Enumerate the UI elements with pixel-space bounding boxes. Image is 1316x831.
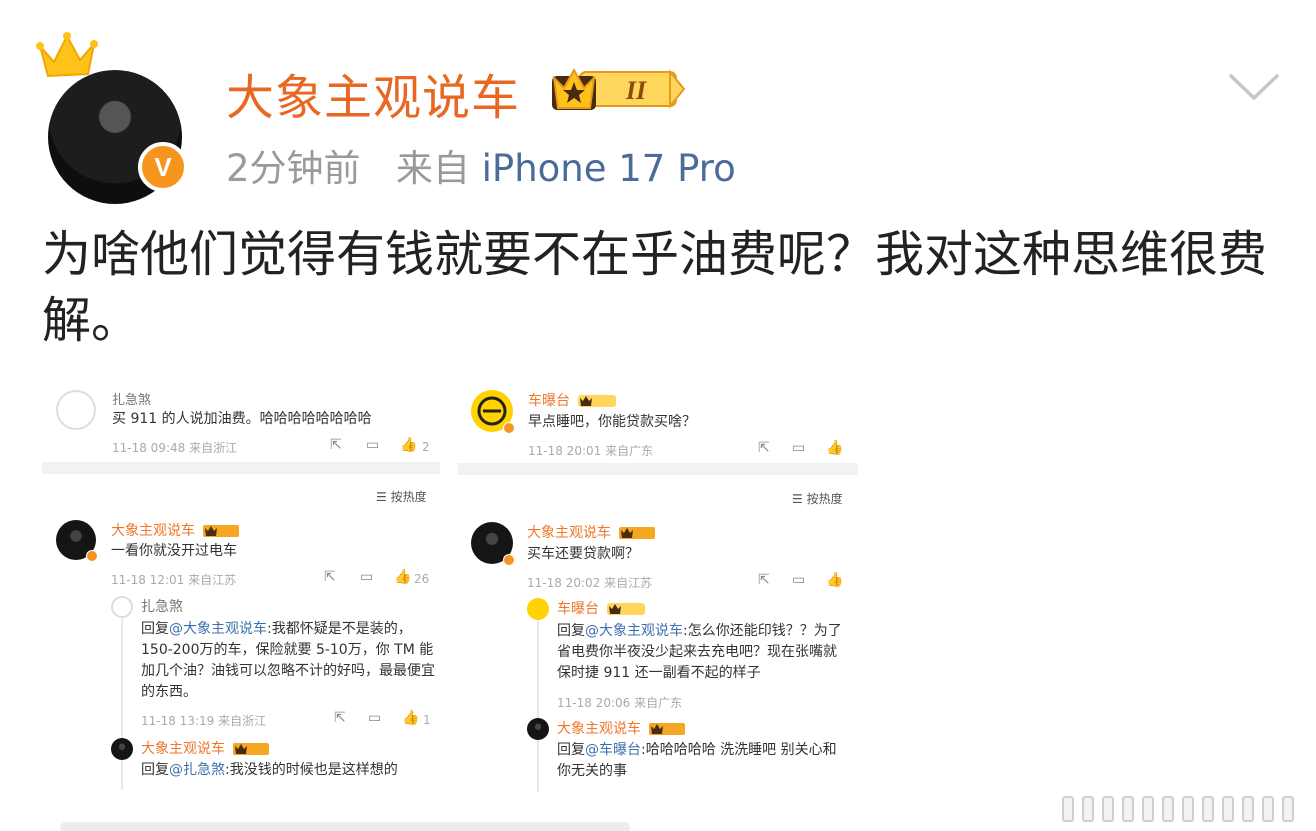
- level-2-badge-icon: [619, 527, 656, 539]
- sort-icon: ☰: [376, 490, 387, 504]
- reply-text: 回复@车曝台:哈哈哈哈哈 洗洗睡吧 别关心和你无关的事: [557, 742, 837, 779]
- like-icon[interactable]: 👍: [402, 710, 419, 726]
- post-time: 2分钟前: [226, 147, 361, 190]
- comment-icon[interactable]: ▭: [366, 437, 379, 453]
- avatar: [56, 520, 98, 562]
- post-source-prefix: 来自: [395, 147, 470, 190]
- comment-icon[interactable]: ▭: [360, 569, 373, 585]
- level-badge-icon: [607, 603, 646, 615]
- comment-meta: 11-18 20:02 来自江苏: [527, 576, 653, 590]
- post-source[interactable]: iPhone 17 Pro: [482, 147, 736, 190]
- like-count: 26: [414, 572, 430, 586]
- level-badge-icon: [578, 395, 617, 407]
- like-icon[interactable]: 👍: [826, 572, 843, 588]
- comment-author-name[interactable]: 车曝台: [528, 393, 570, 409]
- comment-author-row: 车曝台: [528, 390, 617, 410]
- thread-line: [121, 614, 123, 790]
- sort-label: 按热度: [390, 490, 427, 504]
- share-icon[interactable]: ⇱: [324, 569, 336, 585]
- comment-author-name[interactable]: 扎急煞: [112, 389, 151, 408]
- reply-author-row: 车曝台: [557, 598, 646, 618]
- reply-author-row: 大象主观说车: [141, 738, 270, 758]
- comment-text: 早点睡吧，你能贷款买啥？: [528, 414, 696, 430]
- reply-author-name[interactable]: 大象主观说车: [141, 741, 225, 757]
- mention-link[interactable]: @扎急煞: [169, 762, 225, 778]
- sort-label: 按热度: [806, 492, 843, 506]
- comment-text: 买 911 的人说加油费。哈哈哈哈哈哈哈哈: [112, 411, 372, 427]
- crown-icon: [36, 32, 98, 78]
- like-icon[interactable]: 👍: [394, 569, 411, 585]
- comment-meta: 11-18 09:48 来自浙江: [112, 441, 238, 455]
- comment-author-name[interactable]: 大象主观说车: [111, 523, 195, 539]
- bottom-bar: [60, 822, 630, 831]
- verified-v-icon: V: [138, 142, 188, 192]
- share-icon[interactable]: ⇱: [334, 710, 346, 726]
- level-2-badge-icon: [649, 723, 686, 735]
- comment-meta: 11-18 20:01 来自广东: [528, 444, 654, 458]
- divider: [42, 462, 440, 474]
- reply-text: 回复@大象主观说车:怎么你还能印钱？？为了省电费你半夜没少起来去充电吧？现在张嘴…: [557, 623, 842, 681]
- avatar: [471, 390, 515, 434]
- share-icon[interactable]: ⇱: [330, 437, 342, 453]
- reply-text: 回复@大象主观说车:我都怀疑是不是装的，150-200万的车，保险就要 5-10…: [141, 621, 435, 700]
- like-count: 2: [422, 440, 430, 454]
- comment-author-row: 大象主观说车: [111, 520, 240, 540]
- avatar: [111, 596, 133, 618]
- watermark: [1062, 796, 1298, 822]
- level-2-badge-icon[interactable]: II: [550, 64, 686, 112]
- comment-author-name[interactable]: 大象主观说车: [527, 525, 611, 541]
- reply-author-row: 大象主观说车: [557, 718, 686, 738]
- avatar: [527, 598, 549, 620]
- reply-meta: 11-18 20:06 来自广东: [557, 696, 683, 710]
- like-icon[interactable]: 👍: [826, 440, 843, 456]
- reply-text: 回复@扎急煞:我没钱的时候也是这样想的: [141, 762, 398, 778]
- post-text: 为啥他们觉得有钱就要不在乎油费呢？我对这种思维很费解。: [42, 226, 1268, 349]
- like-count: 1: [423, 713, 431, 727]
- svg-text:II: II: [625, 76, 647, 105]
- chevron-down-icon[interactable]: [1228, 72, 1280, 104]
- mention-link[interactable]: @大象主观说车: [169, 621, 267, 637]
- mention-link[interactable]: @车曝台: [585, 742, 641, 758]
- avatar: [56, 390, 96, 430]
- divider: [458, 463, 858, 475]
- mention-link[interactable]: @大象主观说车: [585, 623, 683, 639]
- comment-icon[interactable]: ▭: [792, 440, 805, 456]
- avatar: [527, 718, 549, 740]
- sort-button[interactable]: ☰ 按热度: [792, 490, 843, 507]
- author-avatar-group[interactable]: V: [36, 30, 196, 204]
- reply-author-name[interactable]: 大象主观说车: [557, 721, 641, 737]
- comment-text: 买车还要贷款啊？: [527, 546, 639, 562]
- reply-meta: 11-18 13:19 来自浙江: [141, 714, 267, 728]
- comment-author-row: 大象主观说车: [527, 522, 656, 542]
- sort-icon: ☰: [792, 492, 803, 506]
- comment-text: 一看你就没开过电车: [111, 543, 237, 559]
- thread-line: [537, 616, 539, 792]
- like-icon[interactable]: 👍: [400, 437, 417, 453]
- reply-author-name[interactable]: 车曝台: [557, 601, 599, 617]
- post-meta: 2分钟前 来自 iPhone 17 Pro: [226, 138, 736, 192]
- sort-button[interactable]: ☰ 按热度: [376, 488, 427, 505]
- level-2-badge-icon: [203, 525, 240, 537]
- comment-meta: 11-18 12:01 来自江苏: [111, 573, 237, 587]
- comment-icon[interactable]: ▭: [792, 572, 805, 588]
- avatar: [111, 738, 133, 760]
- reply-author-name[interactable]: 扎急煞: [141, 596, 183, 616]
- avatar: [471, 522, 515, 566]
- share-icon[interactable]: ⇱: [758, 572, 770, 588]
- share-icon[interactable]: ⇱: [758, 440, 770, 456]
- level-2-badge-icon: [233, 743, 270, 755]
- comment-icon[interactable]: ▭: [368, 710, 381, 726]
- post-author-name[interactable]: 大象主观说车: [226, 58, 520, 128]
